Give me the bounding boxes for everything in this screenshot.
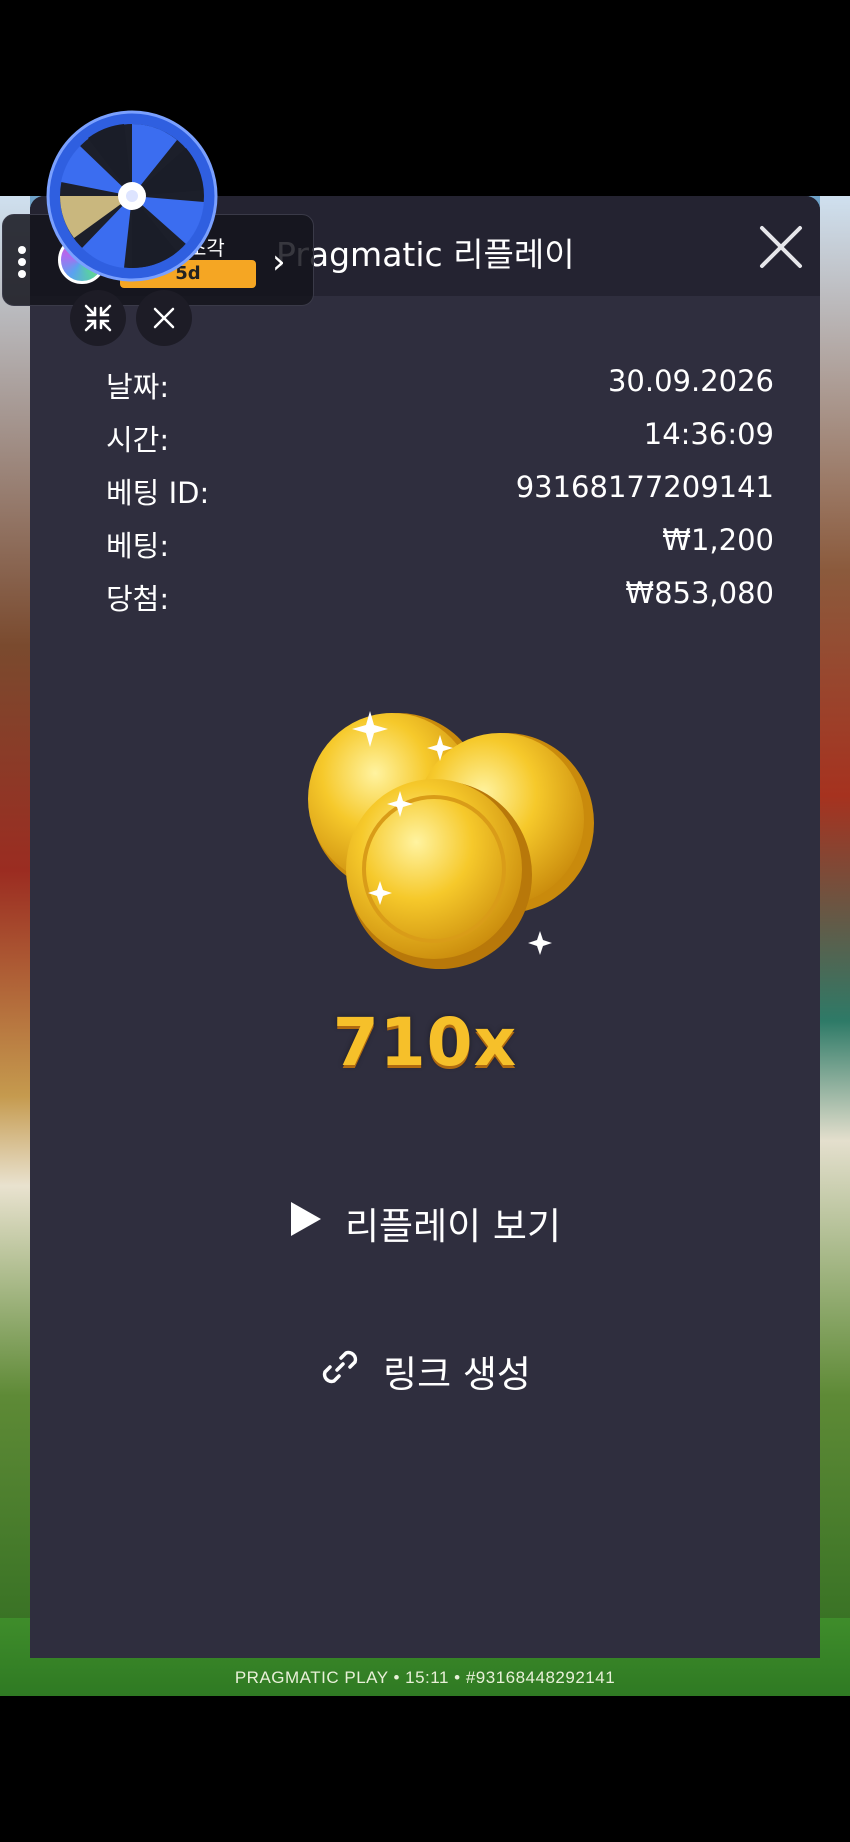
- more-menu-icon[interactable]: [18, 246, 26, 282]
- close-icon: [760, 226, 802, 268]
- win-value: ₩853,080: [625, 576, 774, 610]
- collapse-icon: [84, 304, 112, 332]
- date-value: 30.09.2026: [607, 364, 774, 398]
- bet-id-label: 베팅 ID:: [106, 476, 210, 510]
- bet-id-value: 93168177209141: [515, 470, 774, 504]
- info-row-win: 당첨: ₩853,080: [106, 576, 774, 620]
- link-icon: [319, 1346, 361, 1397]
- bet-label: 베팅:: [106, 529, 170, 563]
- info-row-time: 시간: 14:36:09: [106, 417, 774, 461]
- date-label: 날짜:: [106, 370, 170, 404]
- info-row-bet-id: 베팅 ID: 93168177209141: [106, 470, 774, 514]
- prize-wheel-icon[interactable]: [46, 110, 218, 282]
- time-value: 14:36:09: [643, 417, 774, 451]
- widget-close-button[interactable]: [136, 290, 192, 346]
- replay-panel: Pragmatic 리플레이 날짜: 30.09.2026 시간: 14:36:…: [30, 196, 820, 1658]
- info-row-date: 날짜: 30.09.2026: [106, 364, 774, 408]
- watch-replay-button[interactable]: 리플레이 보기: [30, 1196, 820, 1250]
- gold-coins-icon: [308, 711, 594, 969]
- time-label: 시간:: [106, 423, 170, 457]
- close-icon: [153, 307, 175, 329]
- create-link-button[interactable]: 링크 생성: [30, 1344, 820, 1398]
- bet-value: ₩1,200: [662, 523, 774, 557]
- watch-replay-label: 리플레이 보기: [344, 1205, 561, 1248]
- game-footer-text: PRAGMATIC PLAY • 15:11 • #93168448292141: [234, 1668, 616, 1687]
- close-button[interactable]: [756, 222, 806, 272]
- game-edge-left: [0, 196, 30, 1696]
- game-edge-right: [820, 196, 850, 1696]
- panel-title: Pragmatic 리플레이: [276, 235, 575, 274]
- play-icon: [289, 1200, 323, 1247]
- info-row-bet: 베팅: ₩1,200: [106, 523, 774, 567]
- win-multiplier: 710x: [332, 1004, 518, 1081]
- win-label: 당첨:: [106, 582, 170, 616]
- chevron-right-icon[interactable]: ›: [272, 242, 286, 282]
- create-link-label: 링크 생성: [383, 1353, 531, 1396]
- minimize-button[interactable]: [70, 290, 126, 346]
